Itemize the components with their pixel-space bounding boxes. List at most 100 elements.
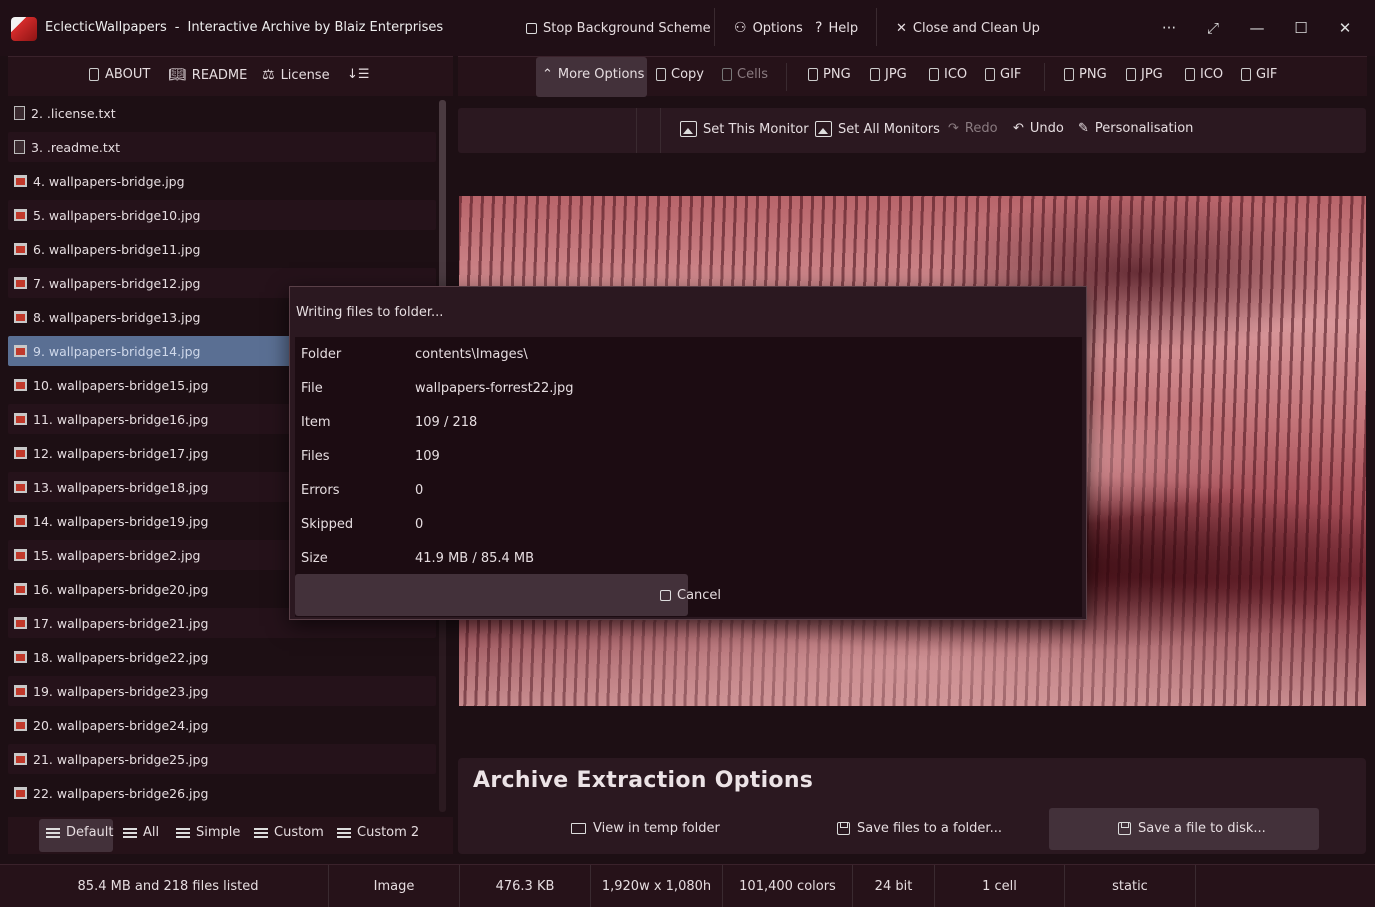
tab-custom[interactable]: Custom xyxy=(254,825,324,840)
copy-icon xyxy=(1185,68,1195,81)
file-name: 13. wallpapers-bridge18.jpg xyxy=(33,479,209,495)
undo-button[interactable]: ↶ Undo xyxy=(1013,121,1064,136)
status-bits: 24 bit xyxy=(853,865,935,907)
list-item[interactable]: 3. .readme.txt xyxy=(8,132,436,162)
tab-simple[interactable]: Simple xyxy=(176,825,240,840)
toolbar-divider xyxy=(1044,63,1045,91)
copy-ico-button[interactable]: ICO xyxy=(929,67,967,82)
cancel-button-area[interactable] xyxy=(295,574,688,616)
status-colors: 101,400 colors xyxy=(723,865,853,907)
image-file-icon xyxy=(14,413,27,425)
close-window-button[interactable]: ✕ xyxy=(1333,16,1357,40)
more-options-button[interactable]: ⌃ More Options xyxy=(542,67,644,82)
scrollbar-thumb[interactable] xyxy=(439,100,446,300)
save-icon xyxy=(1118,822,1131,835)
archive-title: Archive Extraction Options xyxy=(473,768,814,793)
image-file-icon xyxy=(14,243,27,255)
paste-png-button[interactable]: PNG xyxy=(1064,67,1107,82)
about-button[interactable]: ABOUT xyxy=(89,67,150,82)
dialog-body: Folder contents\Images\ File wallpapers-for… xyxy=(295,337,1082,617)
license-button[interactable]: ⚖ License xyxy=(262,67,330,83)
list-item[interactable]: 21. wallpapers-bridge25.jpg xyxy=(8,744,436,774)
readme-button[interactable]: 📖︎ README xyxy=(168,67,247,83)
gif-label: GIF xyxy=(1000,67,1022,82)
list-item[interactable]: 20. wallpapers-bridge24.jpg xyxy=(8,710,436,740)
help-button[interactable]: ? Help xyxy=(815,18,858,38)
right-toolbar: ⌃ More Options Copy Cells PNG JPG ICO GI… xyxy=(458,56,1367,97)
dialog-row-label: Item xyxy=(301,414,331,430)
set-this-monitor-button[interactable]: Set This Monitor xyxy=(680,121,809,137)
copy-icon xyxy=(1064,68,1074,81)
expand-icon[interactable]: ⤢ xyxy=(1201,16,1225,40)
image-file-icon xyxy=(14,583,27,595)
redo-button[interactable]: ↷ Redo xyxy=(948,121,998,136)
minimize-button[interactable]: — xyxy=(1245,16,1269,40)
about-label: ABOUT xyxy=(105,67,151,82)
toolbar-divider xyxy=(714,8,715,46)
close-icon: ✕ xyxy=(896,20,907,36)
file-name: 5. wallpapers-bridge10.jpg xyxy=(33,207,201,223)
title-bar: EclecticWallpapers - Interactive Archive… xyxy=(0,0,1375,56)
copy-label: Copy xyxy=(671,67,704,82)
personalisation-label: Personalisation xyxy=(1094,121,1194,136)
personalisation-button[interactable]: ✎ Personalisation xyxy=(1078,121,1193,136)
paste-gif-button[interactable]: GIF xyxy=(1241,67,1277,82)
tab-simple-label: Simple xyxy=(196,825,241,840)
list-item[interactable]: 5. wallpapers-bridge10.jpg xyxy=(8,200,436,230)
dialog-row-label: Errors xyxy=(301,482,340,498)
options-button[interactable]: ⚇ Options xyxy=(734,18,803,38)
maximize-button[interactable]: ☐ xyxy=(1289,16,1313,40)
tab-custom-2[interactable]: Custom 2 xyxy=(337,825,419,840)
undo-icon: ↶ xyxy=(1013,121,1024,136)
cells-button[interactable]: Cells xyxy=(722,67,768,82)
file-name: 17. wallpapers-bridge21.jpg xyxy=(33,615,209,631)
dialog-row-size: Size 41.9 MB / 85.4 MB xyxy=(301,541,534,575)
list-item[interactable]: 6. wallpapers-bridge11.jpg xyxy=(8,234,436,264)
copy-jpg-button[interactable]: JPG xyxy=(870,67,907,82)
list-item[interactable]: 2. .license.txt xyxy=(8,98,436,128)
paste-ico-button[interactable]: ICO xyxy=(1185,67,1223,82)
view-in-temp-folder-button[interactable]: View in temp folder xyxy=(571,821,720,836)
status-cells: 1 cell xyxy=(935,865,1065,907)
list-item[interactable]: 18. wallpapers-bridge22.jpg xyxy=(8,642,436,672)
sort-button[interactable]: ↓☰ xyxy=(347,67,370,82)
tab-all-label: All xyxy=(143,825,160,840)
file-name: 14. wallpapers-bridge19.jpg xyxy=(33,513,209,529)
text-file-icon xyxy=(14,106,25,120)
paste-jpg-button[interactable]: JPG xyxy=(1126,67,1163,82)
tab-custom-label: Custom xyxy=(274,825,324,840)
copy-gif-button[interactable]: GIF xyxy=(985,67,1021,82)
chevron-up-icon: ⌃ xyxy=(542,67,553,82)
image-file-icon xyxy=(14,617,27,629)
dialog-row-skipped: Skipped 0 xyxy=(301,507,423,541)
list-item[interactable]: 4. wallpapers-bridge.jpg xyxy=(8,166,436,196)
list-item[interactable]: 19. wallpapers-bridge23.jpg xyxy=(8,676,436,706)
list-item[interactable]: 22. wallpapers-bridge26.jpg xyxy=(8,778,436,808)
file-name: 12. wallpapers-bridge17.jpg xyxy=(33,445,209,461)
more-icon[interactable]: ··· xyxy=(1157,16,1181,40)
copy-button[interactable]: Copy xyxy=(656,67,704,82)
dialog-row-value: wallpapers-forrest22.jpg xyxy=(415,380,574,396)
copy-png-button[interactable]: PNG xyxy=(808,67,851,82)
tab-default[interactable]: Default xyxy=(46,825,114,840)
save-files-to-folder-button[interactable]: Save files to a folder... xyxy=(837,821,1002,836)
file-name: 20. wallpapers-bridge24.jpg xyxy=(33,717,209,733)
close-and-clean-up-button[interactable]: ✕ Close and Clean Up xyxy=(896,18,1040,38)
license-label: License xyxy=(280,67,330,83)
cancel-button[interactable]: Cancel xyxy=(660,588,721,603)
window-title: EclecticWallpapers - Interactive Archive… xyxy=(45,20,443,35)
copy-icon xyxy=(656,68,666,81)
image-file-icon xyxy=(14,345,27,357)
tab-all[interactable]: All xyxy=(123,825,159,840)
dialog-row-value: 0 xyxy=(415,516,424,532)
text-file-icon xyxy=(14,140,25,154)
copy-icon xyxy=(1126,68,1136,81)
image-file-icon xyxy=(14,379,27,391)
app-logo-icon xyxy=(11,17,37,41)
tab-custom-2-label: Custom 2 xyxy=(357,825,420,840)
stop-background-label: Stop Background Scheme xyxy=(543,20,711,36)
archive-extraction-panel: Archive Extraction Options View in temp … xyxy=(458,758,1366,854)
save-file-to-disk-button[interactable]: Save a file to disk... xyxy=(1118,821,1266,836)
stop-background-scheme-button[interactable]: Stop Background Scheme xyxy=(526,18,711,38)
set-all-monitors-button[interactable]: Set All Monitors xyxy=(815,121,940,137)
